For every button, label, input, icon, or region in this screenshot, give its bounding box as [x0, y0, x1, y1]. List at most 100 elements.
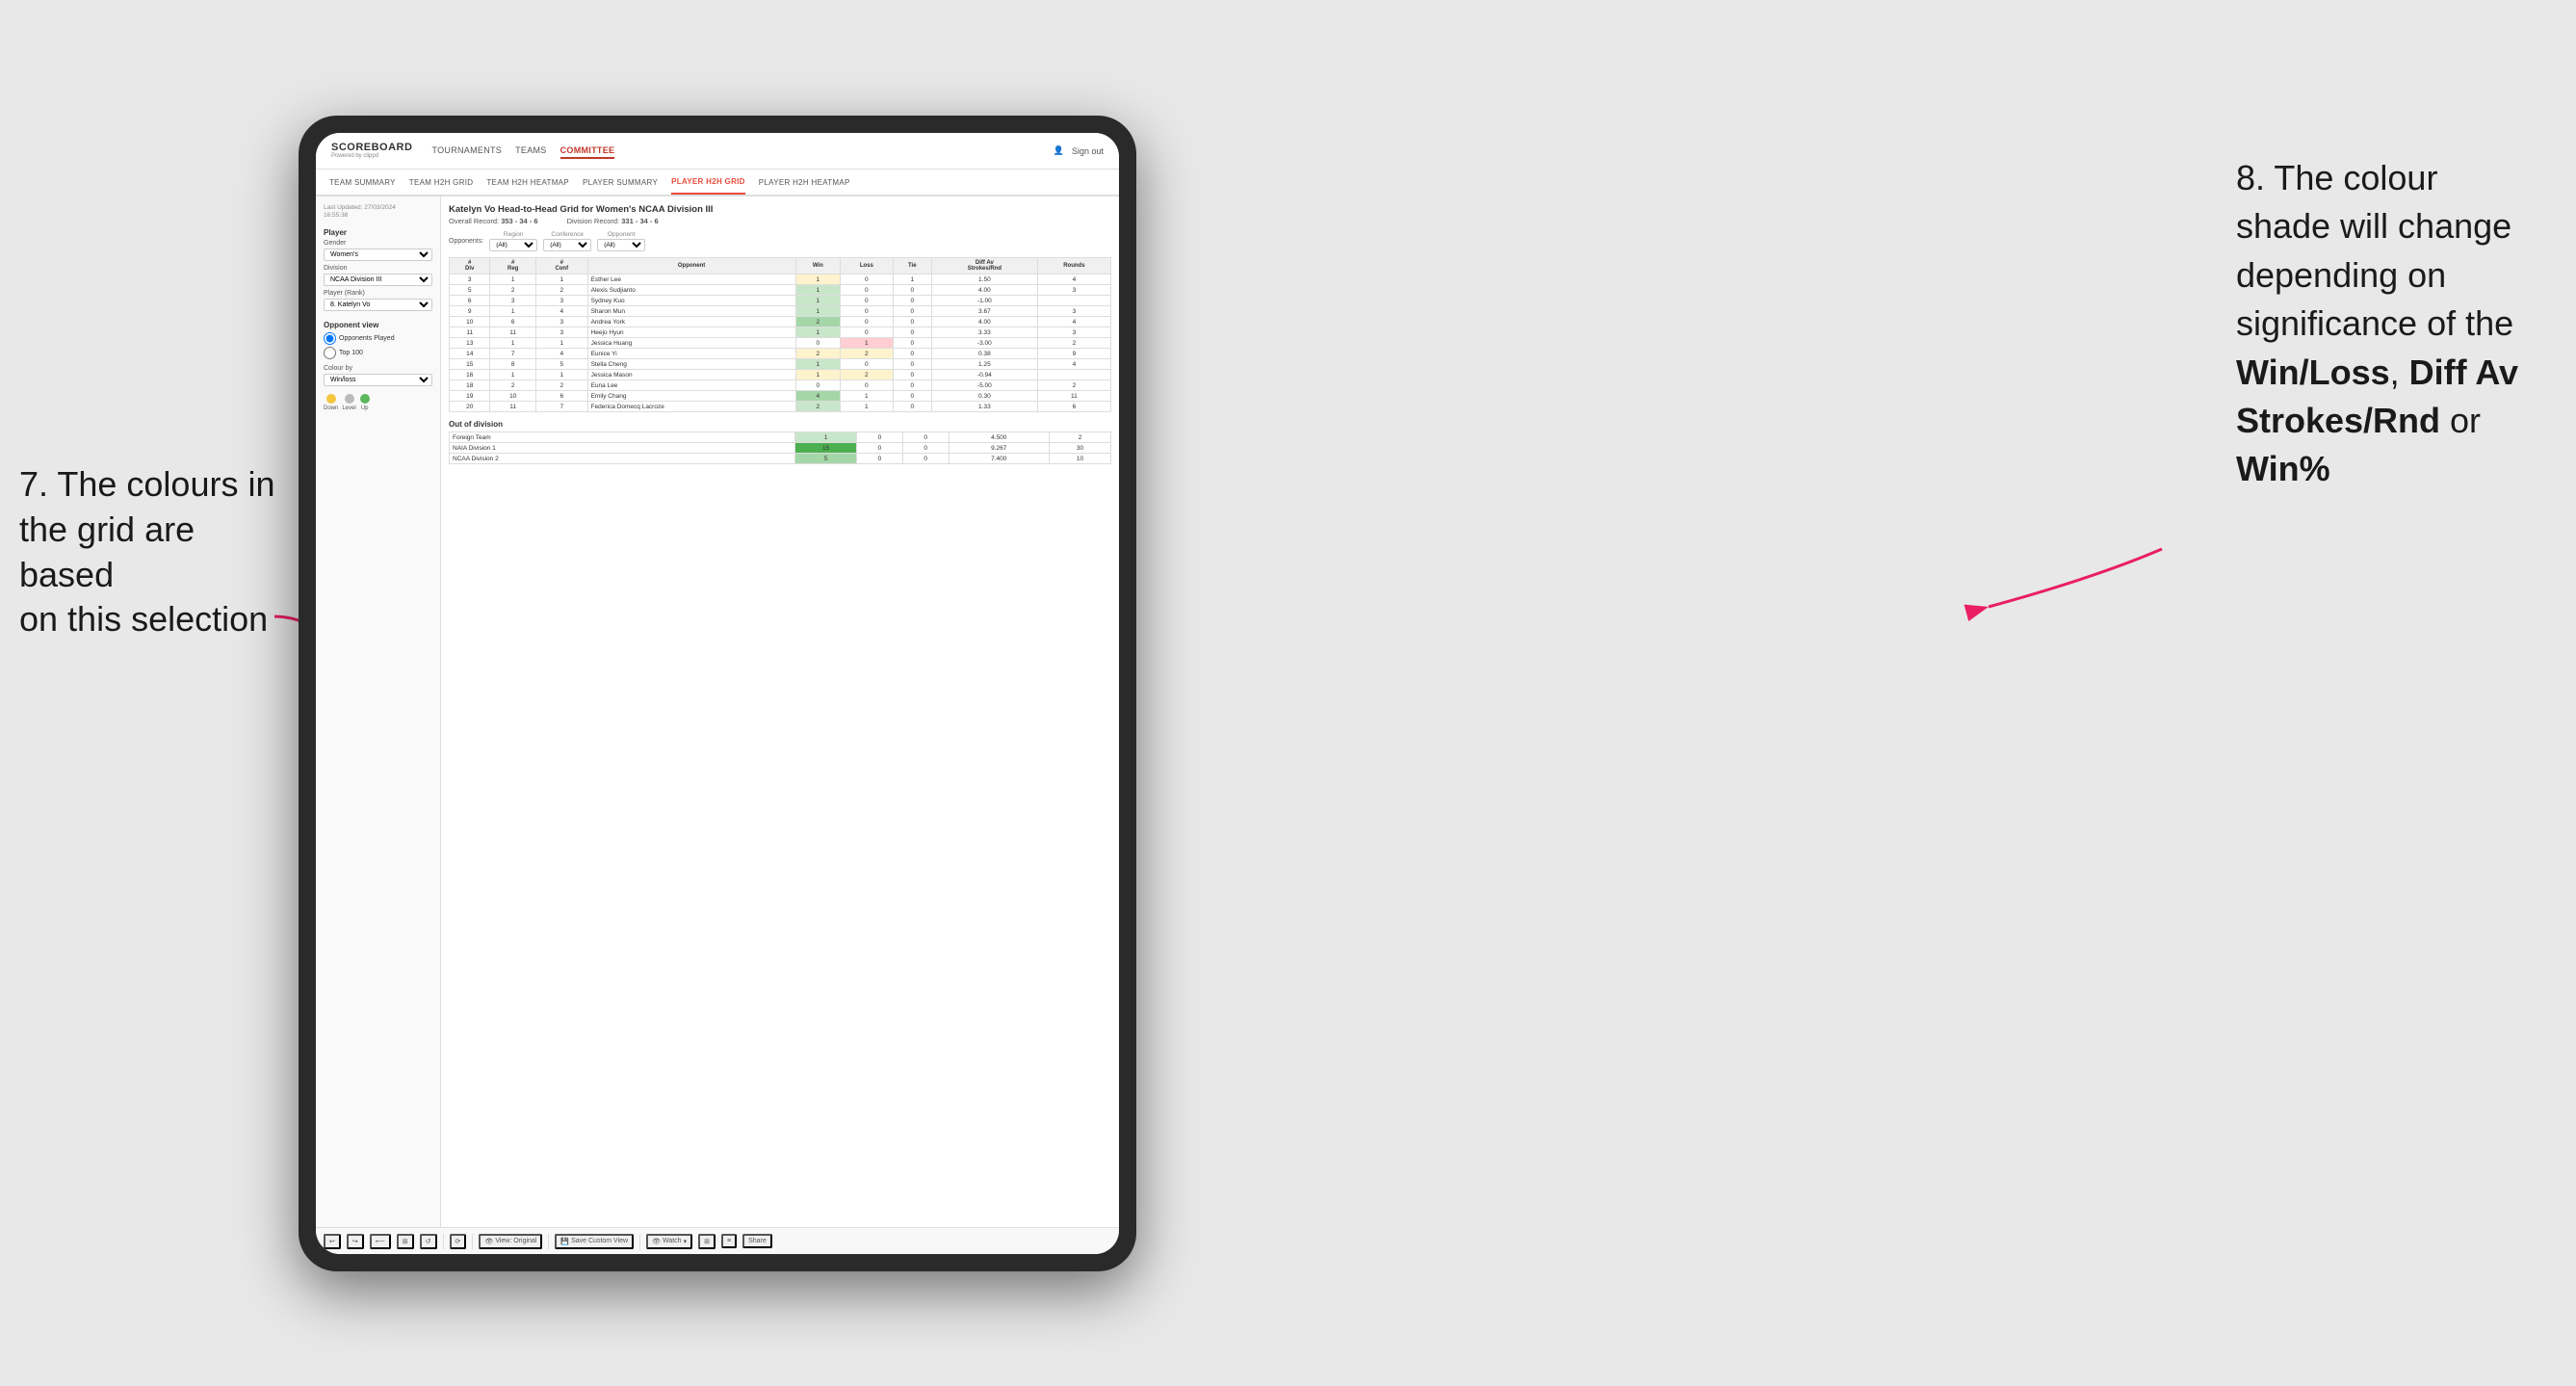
nav-committee[interactable]: COMMITTEE [560, 144, 615, 159]
undo2-button[interactable]: ↺ [420, 1234, 437, 1249]
cell-conf: 4 [535, 306, 587, 317]
ood-diff: 9.267 [949, 443, 1050, 454]
cell-conf: 5 [535, 359, 587, 370]
conference-filter-select[interactable]: (All) [543, 239, 591, 251]
layout-button[interactable]: ⊞ [698, 1234, 716, 1249]
top-nav: SCOREBOARD Powered by clippd TOURNAMENTS… [316, 133, 1119, 170]
annotation-or: or [2440, 401, 2481, 440]
annotation-bold1: Win/Loss [2236, 353, 2390, 392]
colour-by-section: Colour by Win/loss Down Level [324, 365, 432, 411]
cell-div: 16 [450, 370, 490, 380]
opponent-filter-select[interactable]: (All) [597, 239, 645, 251]
annotation-right: 8. The colour shade will change dependin… [2236, 154, 2518, 494]
annotation-left-line2: the grid are based [19, 510, 195, 594]
subnav-team-h2h-grid[interactable]: TEAM H2H GRID [409, 170, 474, 195]
cell-win: 1 [795, 306, 841, 317]
radio-top100-input[interactable] [324, 347, 336, 359]
cell-win: 4 [795, 391, 841, 402]
out-of-division-header: Out of division [449, 420, 1111, 429]
cell-div: 19 [450, 391, 490, 402]
share-button[interactable]: Share [742, 1234, 772, 1248]
player-rank-select[interactable]: 8. Katelyn Vo [324, 299, 432, 311]
cell-diff: 1.25 [931, 359, 1037, 370]
ood-table-body: Foreign Team 1 0 0 4.500 2 NAIA Division… [450, 432, 1111, 464]
radio-opponents-played[interactable]: Opponents Played [324, 332, 432, 345]
annotation-left: 7. The colours in the grid are based on … [19, 462, 289, 642]
legend-up-label: Up [361, 405, 369, 411]
region-filter-select[interactable]: (All) [489, 239, 537, 251]
save-custom-view-button[interactable]: 💾 Save Custom View [555, 1234, 634, 1249]
separator4 [639, 1234, 640, 1249]
cell-win: 1 [795, 327, 841, 338]
cell-tie: 0 [893, 296, 931, 306]
annotation-comma: , [2390, 353, 2409, 392]
subnav-player-h2h-heatmap[interactable]: PLAYER H2H HEATMAP [759, 170, 850, 195]
subnav-player-summary[interactable]: PLAYER SUMMARY [583, 170, 658, 195]
cell-tie: 0 [893, 349, 931, 359]
ood-win: 15 [795, 443, 857, 454]
view-original-button[interactable]: 👁 View: Original [479, 1234, 542, 1249]
cell-win: 0 [795, 338, 841, 349]
colour-by-select[interactable]: Win/loss [324, 374, 432, 386]
cell-opponent: Heejo Hyun [587, 327, 795, 338]
cell-reg: 11 [490, 402, 536, 412]
opponent-view-section: Opponent view Opponents Played Top 100 [324, 321, 432, 359]
separator3 [548, 1234, 549, 1249]
cell-opponent: Jessica Huang [587, 338, 795, 349]
cell-diff: 0.38 [931, 349, 1037, 359]
subnav-player-h2h-grid[interactable]: PLAYER H2H GRID [671, 170, 745, 195]
table-body: 3 1 1 Esther Lee 1 0 1 1.50 4 5 2 2 Alex… [450, 275, 1111, 412]
cell-reg: 1 [490, 306, 536, 317]
cell-conf: 1 [535, 275, 587, 285]
subnav-team-summary[interactable]: TEAM SUMMARY [329, 170, 396, 195]
cell-diff: -1.00 [931, 296, 1037, 306]
cell-reg: 11 [490, 327, 536, 338]
sign-out-link[interactable]: Sign out [1072, 146, 1104, 156]
cell-conf: 3 [535, 296, 587, 306]
table-row: 11 11 3 Heejo Hyun 1 0 0 3.33 3 [450, 327, 1111, 338]
separator2 [472, 1234, 473, 1249]
refresh-button[interactable]: ⟳ [450, 1234, 467, 1249]
ood-rounds: 2 [1050, 432, 1111, 443]
cell-reg: 2 [490, 285, 536, 296]
gender-select[interactable]: Women's [324, 248, 432, 261]
cell-rounds: 3 [1037, 306, 1110, 317]
division-select[interactable]: NCAA Division III [324, 274, 432, 286]
redo-button[interactable]: ↪ [347, 1234, 364, 1249]
colour-legend: Down Level Up [324, 394, 432, 411]
radio-opponents-input[interactable] [324, 332, 336, 345]
cell-rounds: 4 [1037, 359, 1110, 370]
save-icon: 💾 [560, 1238, 569, 1245]
th-opponent: Opponent [587, 258, 795, 275]
subnav-team-h2h-heatmap[interactable]: TEAM H2H HEATMAP [486, 170, 569, 195]
cell-loss: 0 [841, 317, 894, 327]
nav-tournaments[interactable]: TOURNAMENTS [431, 144, 502, 159]
annotation-right-line3: depending on [2236, 255, 2446, 295]
copy-button[interactable]: ⊞ [397, 1234, 414, 1249]
opponent-filter-label: Opponent [597, 231, 645, 238]
legend-down-dot [326, 394, 336, 404]
opponent-filter-group: Opponent (All) [597, 231, 645, 251]
table-row: 14 7 4 Eunice Yi 2 2 0 0.38 9 [450, 349, 1111, 359]
ood-rounds: 10 [1050, 454, 1111, 464]
filter-row: Opponents: Region (All) Conference (All) [449, 231, 1111, 251]
cell-tie: 0 [893, 338, 931, 349]
ood-win: 5 [795, 454, 857, 464]
undo-button[interactable]: ↩ [324, 1234, 341, 1249]
cell-opponent: Sharon Mun [587, 306, 795, 317]
columns-button[interactable]: ≡ [721, 1234, 737, 1248]
cell-opponent: Federica Domecq Lacroze [587, 402, 795, 412]
ood-loss: 0 [857, 454, 903, 464]
player-rank-label: Player (Rank) [324, 290, 432, 297]
cell-diff: 3.67 [931, 306, 1037, 317]
radio-top100[interactable]: Top 100 [324, 347, 432, 359]
view-icon: 👁 [484, 1238, 493, 1245]
cell-reg: 1 [490, 370, 536, 380]
watch-chevron: ▾ [684, 1238, 688, 1245]
watch-button[interactable]: 👁 Watch ▾ [646, 1234, 692, 1249]
th-win: Win [795, 258, 841, 275]
back-button[interactable]: ⟵ [370, 1234, 391, 1249]
nav-teams[interactable]: TEAMS [515, 144, 547, 159]
cell-win: 2 [795, 317, 841, 327]
cell-win: 1 [795, 285, 841, 296]
